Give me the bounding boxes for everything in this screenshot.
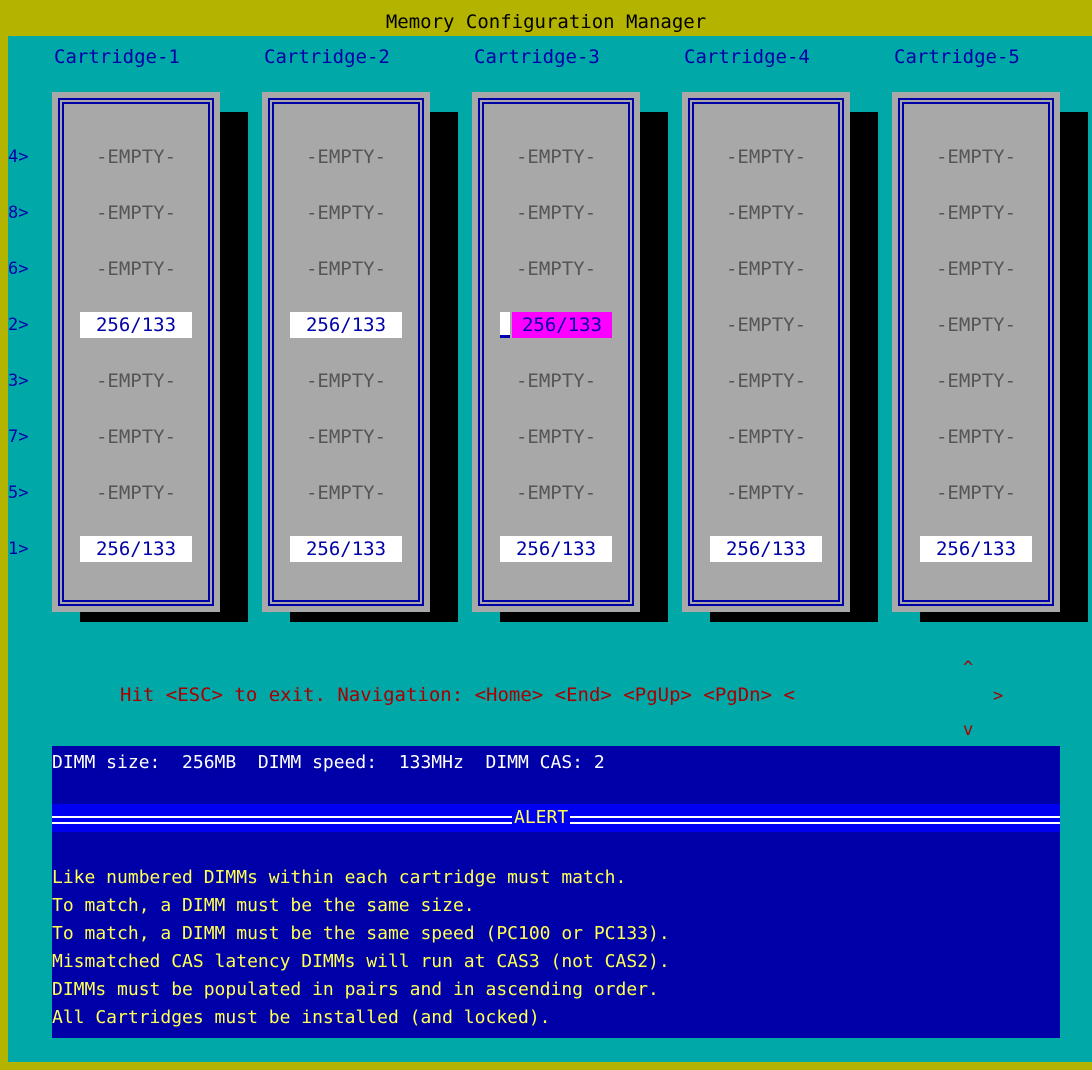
row-label: 4> xyxy=(8,147,29,167)
dimm-slot[interactable]: -EMPTY- xyxy=(290,200,402,226)
dimm-info: DIMM size: 256MB DIMM speed: 133MHz DIMM… xyxy=(52,752,605,773)
cartridge-border xyxy=(692,102,840,602)
dimm-slot[interactable]: -EMPTY- xyxy=(80,480,192,506)
dimm-slot[interactable]: 256/133 xyxy=(80,312,192,338)
dimm-slot[interactable]: -EMPTY- xyxy=(80,144,192,170)
alert-text: Like numbered DIMMs within each cartridg… xyxy=(52,867,670,1028)
dimm-slot[interactable]: -EMPTY- xyxy=(500,424,612,450)
navigation-hint: Hit <ESC> to exit. Navigation: <Home> <E… xyxy=(120,684,795,706)
cartridge-title: Cartridge-4 xyxy=(684,46,810,68)
dimm-slot[interactable]: -EMPTY- xyxy=(500,200,612,226)
dimm-slot[interactable]: -EMPTY- xyxy=(710,424,822,450)
dimm-slot[interactable]: -EMPTY- xyxy=(920,368,1032,394)
cartridge-title: Cartridge-1 xyxy=(54,46,180,68)
dimm-slot[interactable]: 256/133 xyxy=(500,536,612,562)
cartridge-border xyxy=(902,102,1050,602)
dimm-slot[interactable]: -EMPTY- xyxy=(710,368,822,394)
row-label: 3> xyxy=(8,371,29,391)
dimm-slot[interactable]: 256/133 xyxy=(710,536,822,562)
dimm-slot[interactable]: -EMPTY- xyxy=(80,200,192,226)
dimm-slot[interactable]: -EMPTY- xyxy=(80,368,192,394)
dimm-slot[interactable]: -EMPTY- xyxy=(920,144,1032,170)
dimm-slot[interactable]: -EMPTY- xyxy=(710,144,822,170)
alert-bar: ALERT xyxy=(52,804,1060,832)
cartridge-title: Cartridge-3 xyxy=(474,46,600,68)
cartridge-border xyxy=(482,102,630,602)
cartridge-border xyxy=(62,102,210,602)
dimm-slot[interactable]: -EMPTY- xyxy=(710,312,822,338)
text-cursor xyxy=(500,312,510,338)
dimm-slot[interactable]: 256/133 xyxy=(920,536,1032,562)
cartridge-title: Cartridge-5 xyxy=(894,46,1020,68)
dimm-slot[interactable]: -EMPTY- xyxy=(920,200,1032,226)
dimm-slot[interactable]: -EMPTY- xyxy=(80,256,192,282)
dimm-slot[interactable]: -EMPTY- xyxy=(710,256,822,282)
dimm-slot[interactable]: 256/133 xyxy=(290,536,402,562)
cartridge-border xyxy=(272,102,420,602)
row-label: 7> xyxy=(8,427,29,447)
dimm-slot[interactable]: 256/133 xyxy=(80,536,192,562)
dimm-slot[interactable]: -EMPTY- xyxy=(920,480,1032,506)
cartridge: -EMPTY- -EMPTY- -EMPTY- -EMPTY- -EMPTY- -EMPT… xyxy=(682,92,850,612)
dimm-slot[interactable]: -EMPTY- xyxy=(290,368,402,394)
row-label: 1> xyxy=(8,539,29,559)
alert-title: ALERT xyxy=(512,804,571,832)
dimm-slot[interactable]: -EMPTY- xyxy=(500,256,612,282)
cartridge-title: Cartridge-2 xyxy=(264,46,390,68)
cartridge: -EMPTY- -EMPTY- -EMPTY- -EMPTY- -EMPTY- -EMPT… xyxy=(892,92,1060,612)
dimm-slot[interactable]: -EMPTY- xyxy=(500,480,612,506)
cartridge: -EMPTY- -EMPTY- -EMPTY- 256/133 -EMPTY- -EMPT… xyxy=(52,92,220,612)
dimm-slot[interactable]: -EMPTY- xyxy=(290,256,402,282)
row-label: 8> xyxy=(8,203,29,223)
row-label: 6> xyxy=(8,259,29,279)
dimm-slot[interactable]: -EMPTY- xyxy=(920,424,1032,450)
dimm-slot[interactable]: -EMPTY- xyxy=(710,480,822,506)
dimm-slot[interactable]: -EMPTY- xyxy=(710,200,822,226)
dimm-slot[interactable]: -EMPTY- xyxy=(920,312,1032,338)
dimm-slot[interactable]: -EMPTY- xyxy=(920,256,1032,282)
cartridge: -EMPTY- -EMPTY- -EMPTY- 256/133 -EMPTY- -EMPT… xyxy=(472,92,640,612)
down-arrow-icon: v xyxy=(963,720,974,740)
dimm-slot[interactable]: 256/133 xyxy=(290,312,402,338)
info-panel: DIMM size: 256MB DIMM speed: 133MHz DIMM… xyxy=(52,746,1060,1038)
dimm-slot[interactable]: -EMPTY- xyxy=(290,424,402,450)
dimm-slot[interactable]: -EMPTY- xyxy=(500,368,612,394)
dimm-slot[interactable]: -EMPTY- xyxy=(80,424,192,450)
dimm-slot[interactable]: -EMPTY- xyxy=(500,144,612,170)
dimm-slot[interactable]: -EMPTY- xyxy=(290,480,402,506)
up-arrow-icon: ^ xyxy=(963,658,974,678)
row-label: 5> xyxy=(8,483,29,503)
main-panel: 4> 8> 6> 2> 3> 7> 5> 1> Cartridge-1 -EMPTY- -EMPTY… xyxy=(8,36,1092,1062)
dimm-slot[interactable]: -EMPTY- xyxy=(290,144,402,170)
dimm-slot-selected[interactable]: 256/133 xyxy=(512,312,612,338)
cartridge: -EMPTY- -EMPTY- -EMPTY- 256/133 -EMPTY- -EMPT… xyxy=(262,92,430,612)
row-label: 2> xyxy=(8,315,29,335)
right-arrow-icon: > xyxy=(993,686,1004,706)
window-title: Memory Configuration Manager xyxy=(385,11,707,33)
